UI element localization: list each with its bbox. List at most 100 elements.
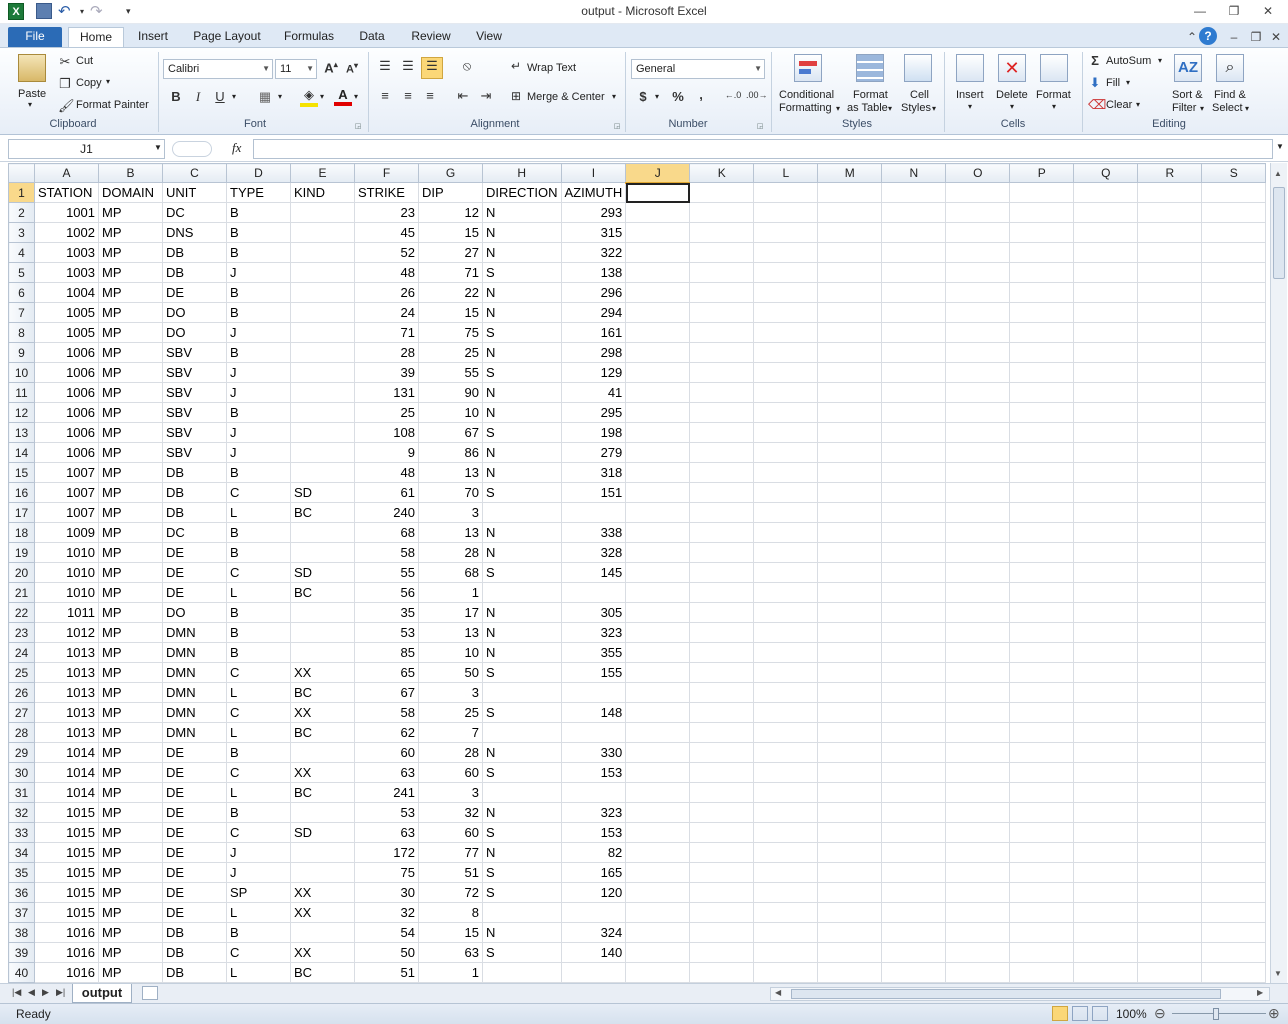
cell[interactable]: DO: [162, 322, 227, 343]
cell[interactable]: C: [226, 662, 291, 683]
cell[interactable]: [881, 462, 947, 483]
first-sheet-icon[interactable]: |◀: [12, 987, 21, 998]
cell[interactable]: DMN: [162, 722, 227, 743]
cell[interactable]: [1137, 622, 1203, 643]
cell[interactable]: 67: [418, 422, 483, 443]
cell[interactable]: [1201, 782, 1267, 803]
cell[interactable]: 9: [354, 442, 419, 463]
cell[interactable]: [817, 902, 883, 923]
row-header[interactable]: 3: [8, 222, 35, 243]
cell[interactable]: N: [482, 222, 562, 243]
cell[interactable]: [881, 562, 947, 583]
cell[interactable]: 15: [418, 922, 483, 943]
cell[interactable]: 63: [354, 762, 419, 783]
cell[interactable]: [625, 262, 691, 283]
cell[interactable]: [881, 882, 947, 903]
row-header[interactable]: 26: [8, 682, 35, 703]
cell[interactable]: 1006: [34, 422, 99, 443]
cell[interactable]: [689, 462, 755, 483]
cell[interactable]: C: [226, 482, 291, 503]
cell[interactable]: DB: [162, 962, 227, 983]
cell[interactable]: [1009, 902, 1075, 923]
cell[interactable]: DB: [162, 262, 227, 283]
cell[interactable]: [290, 382, 355, 403]
cell[interactable]: [817, 522, 883, 543]
cell[interactable]: B: [226, 602, 291, 623]
tab-insert[interactable]: Insert: [130, 27, 176, 48]
cell[interactable]: [1009, 202, 1075, 223]
cell[interactable]: J: [226, 842, 291, 863]
cell[interactable]: [1009, 642, 1075, 663]
cell[interactable]: [881, 942, 947, 963]
cell[interactable]: N: [482, 922, 562, 943]
cell[interactable]: [625, 402, 691, 423]
cell[interactable]: [1073, 342, 1139, 363]
cell[interactable]: [1073, 682, 1139, 703]
cell[interactable]: N: [482, 802, 562, 823]
row-header[interactable]: 1: [8, 182, 35, 203]
cell[interactable]: MP: [98, 922, 163, 943]
cell[interactable]: [817, 382, 883, 403]
cell[interactable]: [689, 662, 755, 683]
cell[interactable]: [945, 522, 1011, 543]
cell[interactable]: DB: [162, 942, 227, 963]
cell[interactable]: [817, 342, 883, 363]
row-header[interactable]: 12: [8, 402, 35, 423]
cell[interactable]: [881, 622, 947, 643]
cell[interactable]: XX: [290, 882, 355, 903]
cell[interactable]: [1009, 862, 1075, 883]
vertical-scrollbar[interactable]: ▲ ▼: [1270, 163, 1287, 983]
cell[interactable]: [817, 182, 883, 203]
cell[interactable]: SD: [290, 822, 355, 843]
cell[interactable]: [689, 702, 755, 723]
cell[interactable]: [625, 662, 691, 683]
cell[interactable]: [881, 402, 947, 423]
row-header[interactable]: 38: [8, 922, 35, 943]
cell[interactable]: B: [226, 542, 291, 563]
cell[interactable]: [753, 522, 819, 543]
cell[interactable]: [753, 322, 819, 343]
cell[interactable]: [689, 682, 755, 703]
cell[interactable]: 48: [354, 262, 419, 283]
cell[interactable]: 1: [418, 582, 483, 603]
cell[interactable]: [689, 842, 755, 863]
cell[interactable]: DMN: [162, 682, 227, 703]
column-header-b[interactable]: B: [98, 163, 163, 183]
cell[interactable]: 82: [560, 842, 627, 863]
cell[interactable]: [945, 242, 1011, 263]
cell[interactable]: SBV: [162, 442, 227, 463]
cell[interactable]: [689, 782, 755, 803]
cell[interactable]: 28: [354, 342, 419, 363]
cell[interactable]: [689, 722, 755, 743]
italic-button[interactable]: I: [190, 89, 206, 105]
cell[interactable]: DB: [162, 242, 227, 263]
cell[interactable]: 153: [560, 762, 627, 783]
cell[interactable]: 151: [560, 482, 627, 503]
cell[interactable]: 1006: [34, 342, 99, 363]
cell[interactable]: [945, 722, 1011, 743]
cell[interactable]: [753, 342, 819, 363]
cell-styles-button[interactable]: Cell: [910, 89, 929, 101]
orientation-icon[interactable]: ⦸: [456, 58, 478, 74]
cell[interactable]: [817, 442, 883, 463]
cell[interactable]: 293: [560, 202, 627, 223]
cell[interactable]: [482, 902, 562, 923]
cell[interactable]: [945, 602, 1011, 623]
cell[interactable]: [881, 382, 947, 403]
column-header-g[interactable]: G: [418, 163, 483, 183]
cell[interactable]: J: [226, 322, 291, 343]
cell[interactable]: 338: [560, 522, 627, 543]
cell[interactable]: J: [226, 262, 291, 283]
cell[interactable]: [1009, 342, 1075, 363]
cell[interactable]: MP: [98, 662, 163, 683]
insert-function-button[interactable]: fx: [232, 140, 241, 156]
cell[interactable]: MP: [98, 702, 163, 723]
cell[interactable]: 1006: [34, 362, 99, 383]
cell[interactable]: [753, 702, 819, 723]
cell[interactable]: 1006: [34, 442, 99, 463]
number-format-combo[interactable]: General ▼: [631, 59, 765, 79]
cell[interactable]: 17: [418, 602, 483, 623]
cell[interactable]: [945, 442, 1011, 463]
cell[interactable]: B: [226, 622, 291, 643]
cell[interactable]: 1015: [34, 862, 99, 883]
